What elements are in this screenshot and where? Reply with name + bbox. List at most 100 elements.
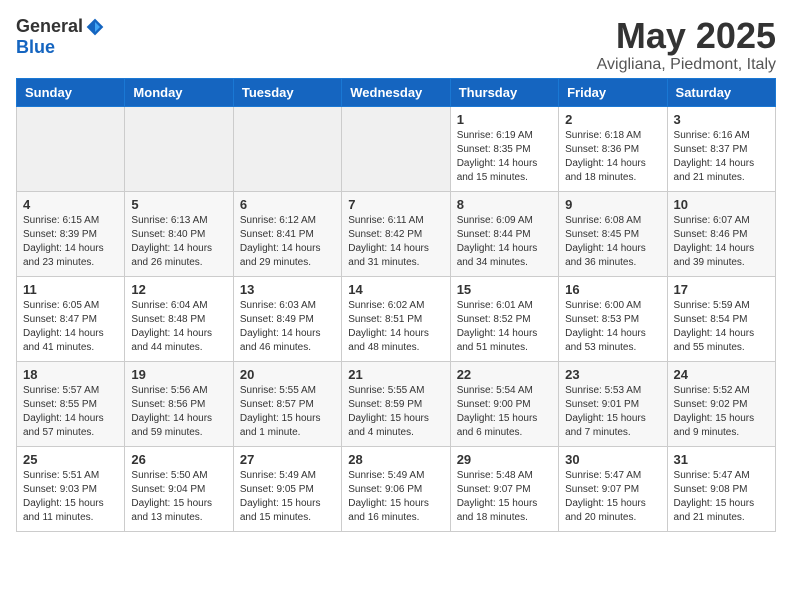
calendar-cell-w1-d5: 1Sunrise: 6:19 AM Sunset: 8:35 PM Daylig…: [450, 106, 558, 191]
calendar-cell-w4-d5: 22 Sunrise: 5:54 AM Sunset: 9:00 PM Dayli…: [450, 361, 558, 446]
day-number: 28: [348, 452, 443, 467]
calendar-cell-w2-d1: 4Sunrise: 6:15 AM Sunset: 8:39 PM Daylig…: [17, 191, 125, 276]
day-info: Sunrise: 5:56 AM Sunset: 8:56 PM Dayligh…: [131, 384, 226, 440]
day-info: Sunrise: 5:55 AM Sunset: 8:57 PM Dayligh…: [240, 384, 335, 440]
calendar-cell-w5-d3: 27 Sunrise: 5:49 AM Sunset: 9:05 PM Dayli…: [233, 446, 341, 531]
calendar-cell-w2-d4: 7Sunrise: 6:11 AM Sunset: 8:42 PM Daylig…: [342, 191, 450, 276]
calendar-cell-w3-d5: 15 Sunrise: 6:01 AM Sunset: 8:52 PM Dayli…: [450, 276, 558, 361]
day-info: Sunrise: 5:52 AM Sunset: 9:02 PM Dayligh…: [674, 384, 769, 440]
calendar-cell-w4-d6: 23 Sunrise: 5:53 AM Sunset: 9:01 PM Dayli…: [559, 361, 667, 446]
day-number: 10: [674, 197, 769, 212]
calendar-cell-w5-d5: 29 Sunrise: 5:48 AM Sunset: 9:07 PM Dayli…: [450, 446, 558, 531]
calendar-cell-w5-d1: 25Sunrise: 5:51 AM Sunset: 9:03 PM Dayli…: [17, 446, 125, 531]
logo-general: General: [16, 16, 83, 37]
calendar-cell-w1-d2: [125, 106, 233, 191]
calendar-table: Sunday Monday Tuesday Wednesday Thursday…: [16, 78, 776, 532]
logo-icon: [85, 17, 105, 37]
day-info: Sunrise: 5:53 AM Sunset: 9:01 PM Dayligh…: [565, 384, 660, 440]
day-number: 15: [457, 282, 552, 297]
day-number: 6: [240, 197, 335, 212]
day-number: 13: [240, 282, 335, 297]
day-number: 29: [457, 452, 552, 467]
calendar-cell-w1-d7: 3 Sunrise: 6:16 AM Sunset: 8:37 PM Daylig…: [667, 106, 775, 191]
logo: General Blue: [16, 16, 105, 58]
day-number: 18: [23, 367, 118, 382]
calendar-cell-w2-d2: 5 Sunrise: 6:13 AM Sunset: 8:40 PM Daylig…: [125, 191, 233, 276]
week-row-4: 18 Sunrise: 5:57 AM Sunset: 8:55 PM Dayli…: [17, 361, 776, 446]
header-tuesday: Tuesday: [233, 78, 341, 106]
day-number: 22: [457, 367, 552, 382]
day-info: Sunrise: 6:01 AM Sunset: 8:52 PM Dayligh…: [457, 299, 552, 355]
day-info: Sunrise: 5:48 AM Sunset: 9:07 PM Dayligh…: [457, 469, 552, 525]
week-row-5: 25Sunrise: 5:51 AM Sunset: 9:03 PM Dayli…: [17, 446, 776, 531]
calendar-cell-w3-d2: 12Sunrise: 6:04 AM Sunset: 8:48 PM Dayli…: [125, 276, 233, 361]
calendar-cell-w1-d1: [17, 106, 125, 191]
day-info: Sunrise: 5:57 AM Sunset: 8:55 PM Dayligh…: [23, 384, 118, 440]
calendar-cell-w2-d3: 6 Sunrise: 6:12 AM Sunset: 8:41 PM Daylig…: [233, 191, 341, 276]
week-row-1: 1Sunrise: 6:19 AM Sunset: 8:35 PM Daylig…: [17, 106, 776, 191]
header-sunday: Sunday: [17, 78, 125, 106]
day-info: Sunrise: 6:12 AM Sunset: 8:41 PM Dayligh…: [240, 214, 335, 270]
day-info: Sunrise: 5:50 AM Sunset: 9:04 PM Dayligh…: [131, 469, 226, 525]
day-number: 5: [131, 197, 226, 212]
calendar-cell-w1-d4: [342, 106, 450, 191]
day-number: 11: [23, 282, 118, 297]
calendar-header-row: Sunday Monday Tuesday Wednesday Thursday…: [17, 78, 776, 106]
header-wednesday: Wednesday: [342, 78, 450, 106]
calendar-cell-w3-d7: 17Sunrise: 5:59 AM Sunset: 8:54 PM Dayli…: [667, 276, 775, 361]
day-info: Sunrise: 6:02 AM Sunset: 8:51 PM Dayligh…: [348, 299, 443, 355]
calendar-cell-w4-d7: 24 Sunrise: 5:52 AM Sunset: 9:02 PM Dayli…: [667, 361, 775, 446]
day-number: 30: [565, 452, 660, 467]
day-number: 23: [565, 367, 660, 382]
logo-blue: Blue: [16, 37, 55, 57]
day-number: 26: [131, 452, 226, 467]
calendar-cell-w3-d6: 16 Sunrise: 6:00 AM Sunset: 8:53 PM Dayli…: [559, 276, 667, 361]
header-saturday: Saturday: [667, 78, 775, 106]
day-number: 12: [131, 282, 226, 297]
day-number: 4: [23, 197, 118, 212]
day-info: Sunrise: 6:05 AM Sunset: 8:47 PM Dayligh…: [23, 299, 118, 355]
day-number: 16: [565, 282, 660, 297]
day-info: Sunrise: 5:49 AM Sunset: 9:05 PM Dayligh…: [240, 469, 335, 525]
calendar-cell-w5-d2: 26 Sunrise: 5:50 AM Sunset: 9:04 PM Dayli…: [125, 446, 233, 531]
day-info: Sunrise: 6:09 AM Sunset: 8:44 PM Dayligh…: [457, 214, 552, 270]
day-info: Sunrise: 5:47 AM Sunset: 9:08 PM Dayligh…: [674, 469, 769, 525]
calendar-cell-w3-d4: 14 Sunrise: 6:02 AM Sunset: 8:51 PM Dayli…: [342, 276, 450, 361]
day-number: 25: [23, 452, 118, 467]
calendar-cell-w5-d7: 31Sunrise: 5:47 AM Sunset: 9:08 PM Dayli…: [667, 446, 775, 531]
day-number: 3: [674, 112, 769, 127]
calendar-cell-w5-d4: 28Sunrise: 5:49 AM Sunset: 9:06 PM Dayli…: [342, 446, 450, 531]
header-thursday: Thursday: [450, 78, 558, 106]
calendar-cell-w4-d4: 21Sunrise: 5:55 AM Sunset: 8:59 PM Dayli…: [342, 361, 450, 446]
day-number: 27: [240, 452, 335, 467]
calendar-cell-w2-d7: 10Sunrise: 6:07 AM Sunset: 8:46 PM Dayli…: [667, 191, 775, 276]
day-number: 14: [348, 282, 443, 297]
day-info: Sunrise: 6:11 AM Sunset: 8:42 PM Dayligh…: [348, 214, 443, 270]
day-info: Sunrise: 6:03 AM Sunset: 8:49 PM Dayligh…: [240, 299, 335, 355]
calendar-cell-w4-d3: 20 Sunrise: 5:55 AM Sunset: 8:57 PM Dayli…: [233, 361, 341, 446]
day-info: Sunrise: 5:47 AM Sunset: 9:07 PM Dayligh…: [565, 469, 660, 525]
page-header: General Blue May 2025 Avigliana, Piedmon…: [16, 16, 776, 74]
calendar-cell-w2-d6: 9Sunrise: 6:08 AM Sunset: 8:45 PM Daylig…: [559, 191, 667, 276]
day-number: 20: [240, 367, 335, 382]
day-info: Sunrise: 6:18 AM Sunset: 8:36 PM Dayligh…: [565, 129, 660, 185]
day-number: 2: [565, 112, 660, 127]
calendar-cell-w4-d1: 18 Sunrise: 5:57 AM Sunset: 8:55 PM Dayli…: [17, 361, 125, 446]
day-info: Sunrise: 5:54 AM Sunset: 9:00 PM Dayligh…: [457, 384, 552, 440]
calendar-cell-w1-d3: [233, 106, 341, 191]
title-section: May 2025 Avigliana, Piedmont, Italy: [597, 16, 776, 74]
calendar-cell-w4-d2: 19Sunrise: 5:56 AM Sunset: 8:56 PM Dayli…: [125, 361, 233, 446]
day-info: Sunrise: 6:08 AM Sunset: 8:45 PM Dayligh…: [565, 214, 660, 270]
header-friday: Friday: [559, 78, 667, 106]
day-info: Sunrise: 5:55 AM Sunset: 8:59 PM Dayligh…: [348, 384, 443, 440]
week-row-2: 4Sunrise: 6:15 AM Sunset: 8:39 PM Daylig…: [17, 191, 776, 276]
day-number: 1: [457, 112, 552, 127]
day-number: 24: [674, 367, 769, 382]
day-info: Sunrise: 6:16 AM Sunset: 8:37 PM Dayligh…: [674, 129, 769, 185]
day-info: Sunrise: 6:00 AM Sunset: 8:53 PM Dayligh…: [565, 299, 660, 355]
header-monday: Monday: [125, 78, 233, 106]
calendar-cell-w1-d6: 2 Sunrise: 6:18 AM Sunset: 8:36 PM Daylig…: [559, 106, 667, 191]
location: Avigliana, Piedmont, Italy: [597, 56, 776, 74]
calendar-cell-w3-d1: 11 Sunrise: 6:05 AM Sunset: 8:47 PM Dayli…: [17, 276, 125, 361]
day-info: Sunrise: 6:13 AM Sunset: 8:40 PM Dayligh…: [131, 214, 226, 270]
